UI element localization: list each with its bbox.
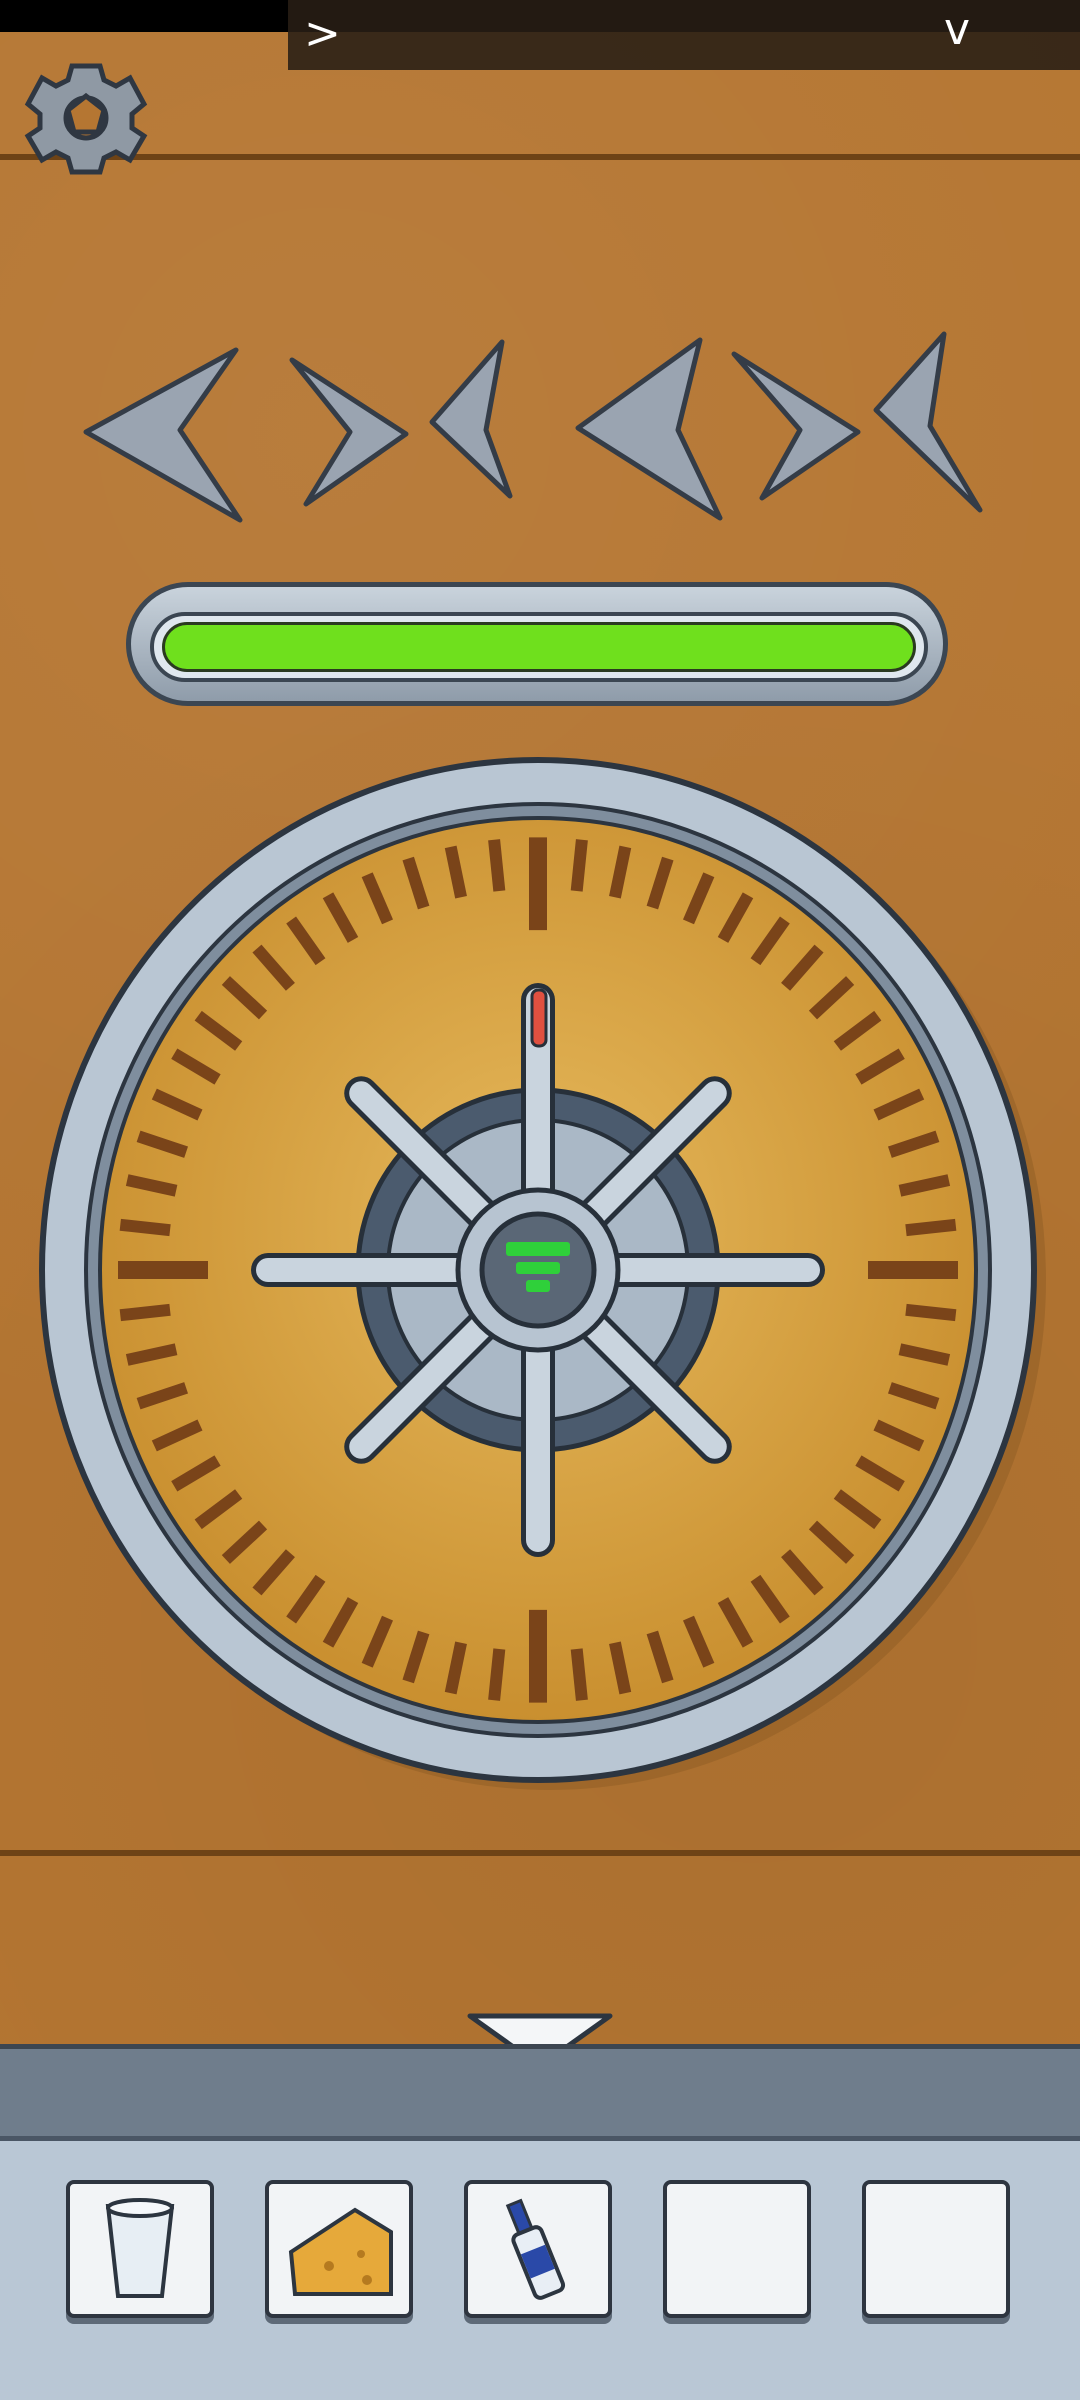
- symbol-left-fin-3: [873, 331, 983, 513]
- symbol-right-arrow: [289, 357, 409, 507]
- gear-icon: [24, 63, 148, 175]
- inventory-slot-1[interactable]: [66, 2180, 214, 2318]
- cheese-icon: [288, 2207, 393, 2296]
- symbol-left-fin-2: [575, 337, 723, 521]
- cup-icon: [105, 2198, 175, 2298]
- overlay-right-toggle[interactable]: v: [944, 8, 970, 52]
- symbol-sequence: [83, 331, 983, 523]
- symbol-left-arrow: [83, 347, 243, 523]
- symbol-left-fin-1: [429, 339, 513, 499]
- safe-dial[interactable]: [30, 752, 1050, 1792]
- overlay-left-toggle[interactable]: >: [304, 12, 341, 56]
- progress-bar-fill: [162, 622, 916, 672]
- inventory-slot-4[interactable]: [663, 2180, 811, 2318]
- dial-tick: [488, 839, 506, 892]
- dial-tick: [570, 1648, 588, 1701]
- dial-tick: [488, 1648, 506, 1701]
- symbol-right-hook: [731, 351, 861, 501]
- dial-tick: [119, 1218, 171, 1237]
- cabinet-bottom-trim: [0, 1850, 1080, 1856]
- floor: [0, 2044, 1080, 2136]
- dial-marker: [530, 988, 548, 1048]
- inventory-slot-5[interactable]: [862, 2180, 1010, 2318]
- game-screen: > v: [0, 0, 1080, 2400]
- dial-tick: [119, 1303, 171, 1322]
- inventory-slot-3[interactable]: [464, 2180, 612, 2318]
- cabinet-top-trim: [0, 154, 1080, 160]
- inventory-slot-2[interactable]: [265, 2180, 413, 2318]
- dial-tick: [905, 1218, 957, 1237]
- dial-tick: [905, 1303, 957, 1322]
- settings-button[interactable]: [22, 58, 150, 178]
- glue-bottle-icon: [505, 2198, 566, 2300]
- dial-tick: [570, 839, 588, 892]
